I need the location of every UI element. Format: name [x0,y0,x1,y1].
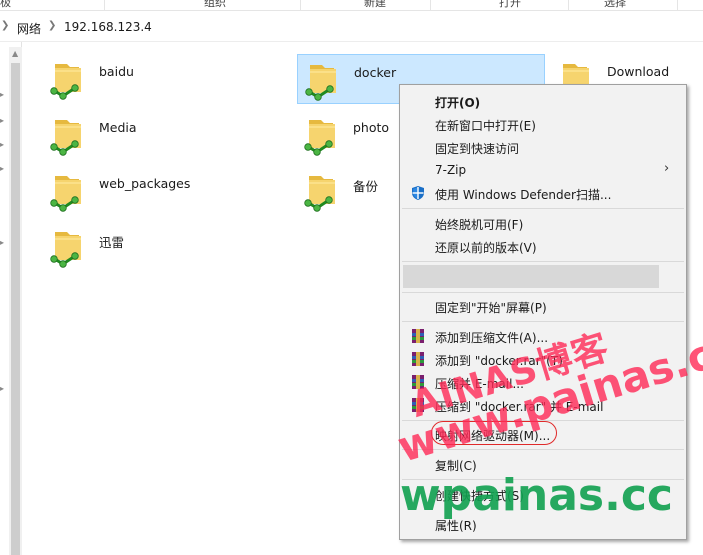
network-folder-icon [303,112,339,158]
menu-divider [402,208,684,209]
folder-label: web_packages [99,176,191,191]
folder-item[interactable]: baidu [43,54,291,104]
navigation-pane: ▸ ▸ ▸ ▸ ▸ ▸ ▲ [0,42,22,555]
folder-item[interactable]: 迅雷 [43,222,291,272]
network-folder-icon [303,168,339,214]
ribbon-label-open[interactable]: 打开 [499,0,521,10]
expand-arrow-icon[interactable]: ▸ [0,90,4,99]
folder-label: Download [607,64,670,79]
nav-scrollbar[interactable]: ▲ [9,47,22,555]
ribbon-separator [430,0,431,10]
menu-item-label: 打开(O) [435,96,481,110]
breadcrumb-network[interactable]: 网络 [17,20,41,37]
ribbon-label-0[interactable]: 极 [0,0,11,10]
menu-item-defender-scan[interactable]: 使用 Windows Defender扫描... [400,182,686,204]
menu-item-label: 使用 Windows Defender扫描... [435,188,612,202]
folder-label: docker [354,65,397,80]
folder-item[interactable]: web_packages [43,166,291,216]
expand-arrow-icon[interactable]: ▸ [0,140,4,149]
network-folder-icon [49,112,85,158]
ribbon-label-select[interactable]: 选择 [604,0,626,10]
shield-icon [412,186,424,200]
ribbon-labels: 极 组织 新建 打开 选择 [0,0,703,10]
ribbon-label-organize[interactable]: 组织 [204,0,226,10]
menu-item-label: 7-Zip [435,163,467,177]
network-folder-icon [304,57,340,103]
ribbon-divider [0,10,703,11]
menu-item-always-offline[interactable]: 始终脱机可用(F) [400,212,686,234]
folder-item[interactable]: Media [43,110,291,160]
network-folder-icon [49,168,85,214]
menu-item-pin-start[interactable]: 固定到"开始"屏幕(P) [400,295,686,317]
ribbon-label-new[interactable]: 新建 [364,0,386,10]
menu-item-restore-versions[interactable]: 还原以前的版本(V) [400,235,686,257]
watermark-url-green: wpainas.cc [400,470,674,521]
expand-arrow-icon[interactable]: ▸ [0,238,4,247]
menu-item-label: 固定到"开始"屏幕(P) [435,301,547,315]
folder-label: baidu [99,64,134,79]
breadcrumb-host[interactable]: 192.168.123.4 [64,20,152,34]
ribbon-separator [104,0,105,10]
menu-item-7zip[interactable]: 7-Zip › [400,159,686,181]
folder-label: photo [353,120,390,135]
submenu-arrow-icon: › [664,161,670,176]
network-folder-icon [49,224,85,270]
menu-divider [402,292,684,293]
winrar-icon [412,352,424,366]
menu-redacted-item[interactable] [403,265,659,288]
chevron-right-icon[interactable]: ❯ [48,20,56,31]
scroll-up-icon[interactable]: ▲ [12,49,18,58]
ribbon-separator [677,0,678,10]
expand-arrow-icon[interactable]: ▸ [0,116,4,125]
menu-item-label: 还原以前的版本(V) [435,241,537,255]
winrar-icon [412,329,424,343]
expand-arrow-icon[interactable]: ▸ [0,164,4,173]
menu-item-open[interactable]: 打开(O) [400,90,686,112]
menu-item-pin-quick-access[interactable]: 固定到快速访问 [400,136,686,158]
scrollbar-thumb[interactable] [11,63,20,555]
menu-divider [402,321,684,322]
menu-item-label: 始终脱机可用(F) [435,218,524,232]
folder-label: Media [99,120,137,135]
folder-label: 迅雷 [99,235,125,250]
menu-item-open-new-window[interactable]: 在新窗口中打开(E) [400,113,686,135]
menu-item-label: 在新窗口中打开(E) [435,119,536,133]
folder-label: 备份 [353,179,379,194]
menu-divider [402,261,684,262]
ribbon-separator [300,0,301,10]
network-folder-icon [49,56,85,102]
ribbon-separator [568,0,569,10]
expand-arrow-icon[interactable]: ▸ [0,384,4,393]
chevron-right-icon[interactable]: ❯ [1,20,9,31]
menu-item-label: 固定到快速访问 [435,142,520,156]
address-bar[interactable]: ❯ 网络 ❯ 192.168.123.4 [0,12,703,42]
